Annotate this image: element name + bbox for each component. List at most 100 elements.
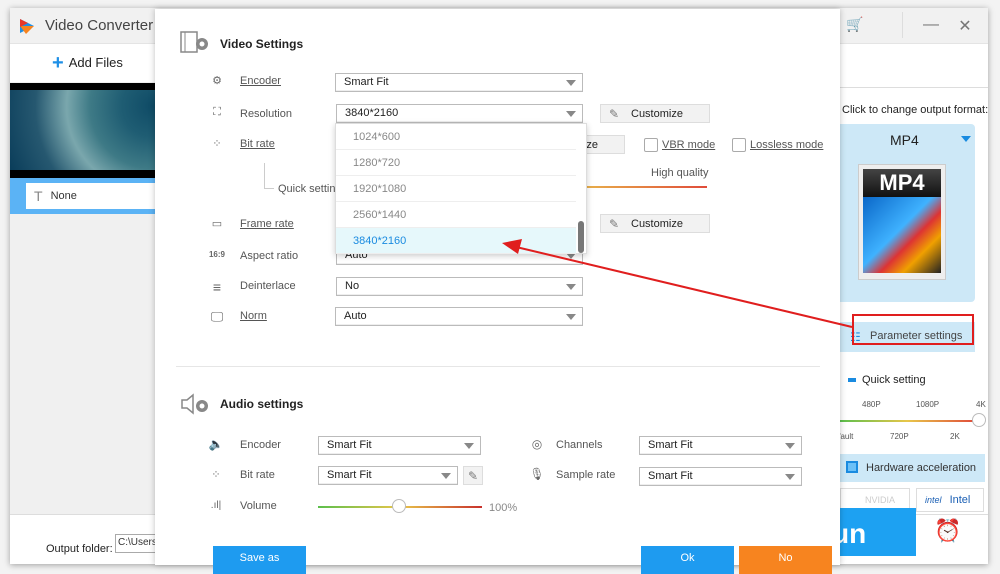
customize-label: Customize — [631, 218, 683, 230]
output-folder-label: Output folder: — [46, 543, 113, 555]
sample-rate-value: Smart Fit — [648, 470, 693, 482]
chevron-down-icon — [566, 284, 576, 290]
add-files-button[interactable]: + Add Files — [52, 53, 123, 73]
cart-icon[interactable]: 🛒 — [846, 16, 864, 34]
save-as-button[interactable]: Save as — [213, 546, 306, 574]
norm-label[interactable]: Norm — [240, 310, 267, 322]
thumbnail-image — [10, 90, 160, 170]
lossless-mode-checkbox[interactable] — [732, 138, 746, 152]
channels-label: Channels — [556, 439, 603, 451]
sample-rate-label: Sample rate — [556, 469, 616, 481]
aspect-ratio-label: Aspect ratio — [240, 250, 299, 262]
section-divider — [176, 366, 820, 367]
resolution-select[interactable]: 3840*2160 — [336, 104, 583, 123]
format-artwork — [863, 197, 941, 273]
vbr-mode-label[interactable]: VBR mode — [662, 139, 715, 151]
resolution-option[interactable]: 2560*1440 — [336, 202, 576, 228]
microphone-icon: 🎙 — [529, 467, 545, 481]
no-button[interactable]: No — [739, 546, 832, 574]
audio-bitrate-edit-button[interactable]: ✎ — [463, 466, 483, 485]
resolution-customize-button[interactable]: ✎ Customize — [600, 104, 710, 123]
audio-bitrate-label: Bit rate — [240, 469, 275, 481]
intel-label: Intel — [949, 494, 971, 506]
volume-slider-handle[interactable] — [392, 499, 406, 513]
intel-button[interactable]: intel Intel — [916, 488, 984, 512]
resolution-option[interactable]: 1024*600 — [336, 124, 576, 150]
frame-rate-label[interactable]: Frame rate — [240, 218, 294, 230]
video-encoder-select[interactable]: Smart Fit — [335, 73, 583, 92]
add-files-label: Add Files — [68, 55, 123, 70]
chevron-down-icon — [566, 111, 576, 117]
deinterlace-value: No — [345, 280, 360, 292]
chevron-down-icon — [566, 80, 576, 86]
ok-button[interactable]: Ok — [641, 546, 734, 574]
aspect-ratio-icon: 16:9 — [208, 250, 225, 259]
close-button[interactable]: ✕ — [956, 16, 974, 35]
tick-label: 4K — [976, 400, 986, 409]
format-banner: MP4 — [863, 169, 941, 197]
deinterlace-icon: ≡ — [212, 279, 222, 295]
lossless-mode-label[interactable]: Lossless mode — [750, 139, 823, 151]
tick-label: 720P — [890, 432, 909, 441]
high-quality-label: High quality — [651, 167, 709, 179]
video-encoder-label[interactable]: Encoder — [240, 75, 281, 87]
file-list-panel: + Add Files T None — [10, 44, 160, 514]
audio-bitrate-icon: ⁘ — [211, 469, 221, 481]
resolution-dropdown-list: 1024*600 1280*720 1920*1080 2560*1440 38… — [335, 123, 587, 254]
quick-setting-slider-handle[interactable] — [972, 413, 986, 427]
video-thumbnail[interactable] — [10, 83, 160, 178]
text-icon: T — [34, 188, 43, 204]
intel-logo-icon: intel — [925, 495, 942, 505]
audio-settings-title: Audio settings — [220, 397, 304, 411]
tree-connector — [264, 163, 265, 188]
video-quality-slider[interactable] — [585, 186, 707, 188]
pencil-icon: ✎ — [609, 107, 620, 121]
audio-bitrate-select[interactable]: Smart Fit — [318, 466, 458, 485]
hardware-acceleration-button[interactable]: Hardware acceleration — [840, 454, 985, 482]
audio-encoder-select[interactable]: Smart Fit — [318, 436, 481, 455]
app-title: Video Converter — [45, 17, 154, 34]
title-separator — [902, 12, 903, 38]
chevron-down-icon — [785, 443, 795, 449]
vbr-mode-checkbox[interactable] — [644, 138, 658, 152]
alarm-clock-icon[interactable]: ⏰ — [934, 518, 961, 544]
volume-label: Volume — [240, 500, 277, 512]
tree-connector — [264, 188, 274, 189]
video-bitrate-label[interactable]: Bit rate — [240, 138, 275, 150]
nvidia-label: NVIDIA — [865, 495, 896, 505]
deinterlace-select[interactable]: No — [336, 277, 583, 296]
sample-rate-select[interactable]: Smart Fit — [639, 467, 802, 486]
resolution-option[interactable]: 1920*1080 — [336, 176, 576, 202]
video-settings-icon — [180, 31, 208, 53]
output-format-selector[interactable]: MP4 MP4 — [840, 124, 975, 302]
dropdown-scrollbar[interactable] — [578, 221, 584, 253]
right-panel-header — [840, 44, 988, 88]
run-button[interactable]: un — [830, 508, 916, 556]
volume-bars-icon: .ıl| — [210, 500, 222, 511]
resolution-icon: ⛶ — [213, 106, 221, 118]
minimize-button[interactable]: — — [922, 16, 940, 34]
chevron-down-icon — [566, 314, 576, 320]
resolution-option-selected[interactable]: 3840*2160 — [336, 228, 576, 254]
add-files-bar: + Add Files — [10, 44, 160, 82]
file-item[interactable]: T None — [10, 178, 160, 214]
app-logo-icon — [20, 19, 34, 34]
resolution-option[interactable]: 1280*720 — [336, 150, 576, 176]
audio-settings-icon — [181, 393, 208, 415]
audio-encoder-label: Encoder — [240, 439, 281, 451]
output-panel: Click to change output format: MP4 MP4 ☷… — [828, 44, 988, 514]
frame-rate-customize-button[interactable]: ✎ Customize — [600, 214, 710, 233]
hardware-acceleration-label: Hardware acceleration — [866, 462, 977, 474]
quick-setting-slider[interactable] — [840, 420, 975, 422]
channels-icon: ◎ — [531, 437, 543, 451]
channels-select[interactable]: Smart Fit — [639, 436, 802, 455]
chip-icon — [846, 461, 858, 473]
monitor-icon: 🖵 — [210, 309, 224, 324]
audio-bitrate-value: Smart Fit — [327, 469, 372, 481]
channels-value: Smart Fit — [648, 439, 693, 451]
tick-label: 1080P — [916, 400, 940, 409]
chevron-down-icon — [961, 136, 971, 142]
subtitle-selector[interactable]: T None — [26, 183, 160, 209]
norm-select[interactable]: Auto — [335, 307, 583, 326]
frame-rate-icon: ▭ — [211, 218, 223, 230]
